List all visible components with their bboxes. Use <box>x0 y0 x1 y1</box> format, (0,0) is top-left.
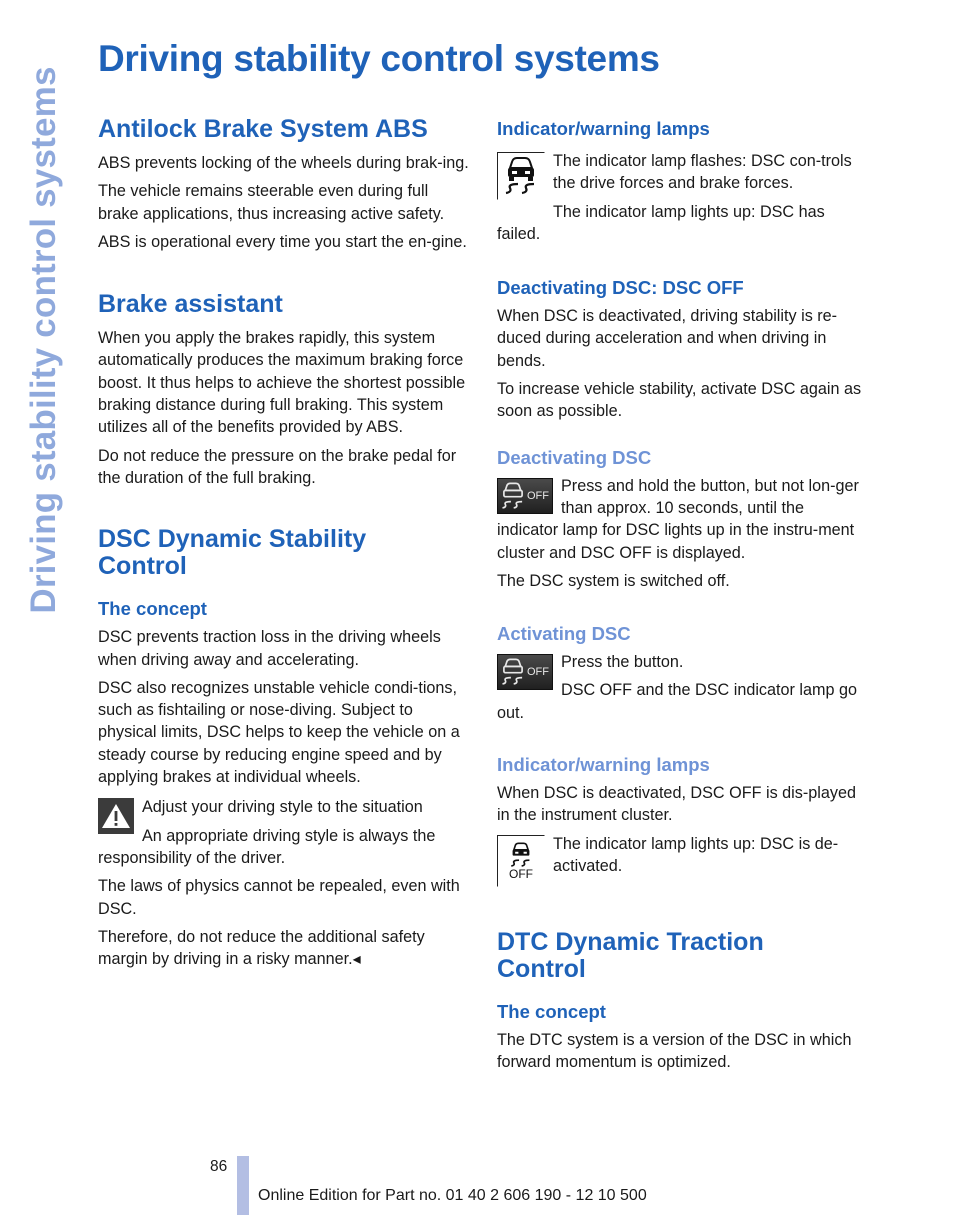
side-chapter-label: Driving stability control systems <box>24 66 63 614</box>
abs-paragraph: ABS is operational every time you start … <box>98 232 467 251</box>
warning-note: Adjust your driving style to the situati… <box>98 796 470 970</box>
dsc-paragraph: DSC also recognizes unstable vehicle con… <box>98 678 460 787</box>
dsc-off-button[interactable]: OFF <box>497 654 553 691</box>
indicator-lamps-paragraph: The indicator lamp flashes: DSC con-trol… <box>553 152 852 193</box>
indicator-lamps-section: Indicator/warning lamps The indicator la… <box>497 118 869 251</box>
dtc-paragraph: The DTC system is a version of the DSC i… <box>497 1030 852 1071</box>
dtc-section: DTC Dynamic Traction Control The concept… <box>497 927 869 1074</box>
deactivating-dsc-off-paragraph: To increase vehicle stability, activate … <box>497 380 862 421</box>
indicator-lamps-heading: Indicator/warning lamps <box>497 118 710 139</box>
abs-paragraph: The vehicle remains steerable even durin… <box>98 182 445 223</box>
right-column: Indicator/warning lamps The indicator la… <box>497 116 869 1079</box>
dsc-off-lamp-label: OFF <box>509 866 533 881</box>
indicator-lamps-off-paragraph: When DSC is deactivated, DSC OFF is dis-… <box>497 784 856 825</box>
deactivating-dsc-off-paragraph: When DSC is deactivated, driving stabili… <box>497 307 838 370</box>
warning-paragraph: The laws of physics cannot be repealed, … <box>98 877 460 918</box>
abs-section: Antilock Brake System ABS ABS prevents l… <box>98 116 470 253</box>
indicator-lamps-off-section: Indicator/warning lamps When DSC is deac… <box>497 754 869 889</box>
brake-assistant-paragraph: When you apply the brakes rapidly, this … <box>98 329 466 437</box>
brake-assistant-section: Brake assistant When you apply the brake… <box>98 291 470 489</box>
left-column: Antilock Brake System ABS ABS prevents l… <box>98 116 470 976</box>
dtc-heading: DTC Dynamic Traction Control <box>497 927 764 983</box>
deactivating-dsc-section: Deactivating DSC OFF Press and hold the … <box>497 447 869 598</box>
warning-paragraph: An appropriate driving style is always t… <box>98 826 436 867</box>
dsc-off-button[interactable]: OFF <box>497 477 553 514</box>
footer-edition-text: Online Edition for Part no. 01 40 2 606 … <box>258 1187 647 1204</box>
dsc-off-button-label: OFF <box>527 489 549 502</box>
warning-paragraph: Therefore, do not reduce the additional … <box>98 927 425 969</box>
dsc-concept-heading: The concept <box>98 598 207 620</box>
deactivating-dsc-off-heading: Deactivating DSC: DSC OFF <box>497 277 744 299</box>
dsc-off-button-label: OFF <box>527 666 549 679</box>
abs-heading: Antilock Brake System ABS <box>98 115 428 143</box>
warning-triangle-icon <box>98 798 134 835</box>
dsc-heading: DSC Dynamic Stability Control <box>98 525 367 581</box>
indicator-lamps-off-heading: Indicator/warning lamps <box>497 754 710 776</box>
brake-assistant-paragraph: Do not reduce the pressure on the brake … <box>98 446 457 487</box>
page-title: Driving stability control systems <box>98 38 660 79</box>
side-chapter-tab: Driving stability control systems <box>22 40 66 640</box>
dtc-concept-heading: The concept <box>497 1000 606 1022</box>
dsc-paragraph: DSC prevents traction loss in the drivin… <box>98 628 441 669</box>
brake-assistant-heading: Brake assistant <box>98 290 283 319</box>
page-number: 86 <box>210 1158 228 1175</box>
deactivating-dsc-heading: Deactivating DSC <box>497 446 652 468</box>
indicator-lamps-off-paragraph: The indicator lamp lights up: DSC is de-… <box>553 834 839 875</box>
deactivating-dsc-off-section: Deactivating DSC: DSC OFF When DSC is de… <box>497 277 869 422</box>
footer-accent-bar <box>237 1156 249 1215</box>
activating-dsc-section: Activating DSC OFF Press the button. DSC… <box>497 623 869 730</box>
dsc-off-lamp-icon: OFF <box>497 834 545 887</box>
deactivating-dsc-paragraph: The DSC system is switched off. <box>497 571 730 590</box>
dsc-section: DSC Dynamic Stability Control The concep… <box>98 526 470 970</box>
dsc-lamp-icon <box>497 152 545 200</box>
indicator-lamps-paragraph: The indicator lamp lights up: DSC has fa… <box>497 202 825 243</box>
warning-title: Adjust your driving style to the situati… <box>142 798 423 817</box>
abs-paragraph: ABS prevents locking of the wheels durin… <box>98 154 469 172</box>
activating-dsc-heading: Activating DSC <box>497 623 631 645</box>
